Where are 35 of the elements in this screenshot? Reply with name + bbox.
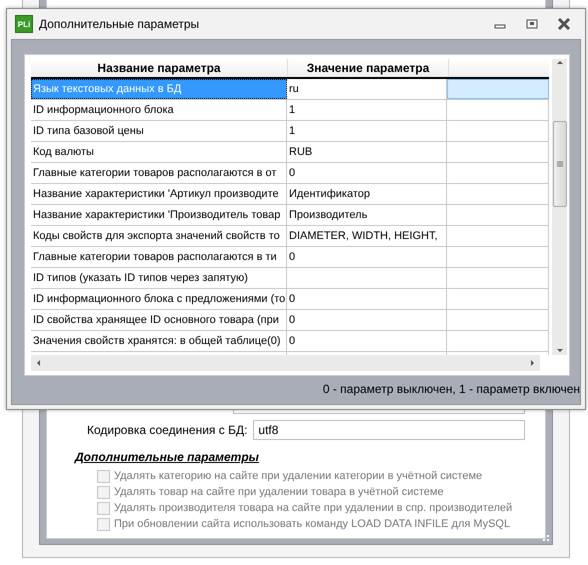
section-title: Дополнительные параметры	[75, 450, 259, 464]
table-cell[interactable]: Производитель	[287, 205, 447, 225]
table-cell[interactable]: ID свойства хранящее ID основного товара (при	[31, 310, 287, 330]
table-cell[interactable]: 0	[287, 247, 447, 267]
column-header[interactable]: Значение параметра	[288, 59, 449, 77]
checkbox-label: Удалять производителя товара на сайте при удалении в спр. производителей	[114, 502, 512, 514]
table-cell[interactable]: Главные категории товаров располагаются в ти	[31, 247, 287, 267]
table-cell[interactable]: RUB	[287, 142, 447, 162]
table-cell[interactable]: 0	[287, 289, 447, 309]
table-cell[interactable]: 1	[287, 100, 447, 120]
checkbox-label: Удалять категорию на сайте при удалении категории в учётной системе	[114, 470, 482, 482]
field-label: Кодировка соединения с БД:	[87, 422, 248, 438]
table-cell[interactable]: ID информационного блока с предложениями (то	[31, 289, 287, 309]
table-cell[interactable]: 0	[287, 331, 447, 351]
table-cell[interactable]: 0	[287, 163, 447, 183]
table-cell[interactable]: Главные категории товаров располагаются в от	[31, 163, 287, 183]
table-cell[interactable]: Значения свойств хранятся: в общей таблице(0)	[31, 331, 287, 351]
table-cell[interactable]: 1	[287, 121, 447, 141]
checkbox-label: При обновлении сайта использовать команду LOAD DATA INFILE для MySQL	[114, 518, 510, 530]
table-cell[interactable]: 0	[287, 310, 447, 330]
table-cell[interactable]: DIAMETER, WIDTH, HEIGHT,	[287, 226, 447, 246]
table-cell[interactable]: Код валюты	[31, 142, 287, 162]
column-header[interactable]: Название параметра	[31, 59, 288, 77]
table-cell[interactable]: Название характеристики 'Производитель товар	[31, 205, 287, 225]
table-cell[interactable]: ID типа базовой цены	[31, 121, 287, 141]
table-cell[interactable]: ID типов (указать ID типов через запятую)	[31, 268, 287, 288]
table-cell[interactable]: Идентификатор	[287, 184, 447, 204]
table-cell[interactable]: ID информационного блока	[31, 100, 287, 120]
window-title: Дополнительные параметры	[39, 17, 200, 31]
status-text: 0 - параметр выключен, 1 - параметр включен	[322, 381, 580, 396]
table-cell[interactable]: Коды свойств для экспорта значений свойств то	[31, 226, 287, 246]
input-field[interactable]: utf8	[253, 420, 525, 440]
checkbox-label: Удалять товар на сайте при удалении товара в учётной системе	[114, 486, 444, 498]
table-cell[interactable]: Название характеристики 'Артикул производите	[31, 184, 287, 204]
app-icon: PLi	[15, 15, 33, 33]
